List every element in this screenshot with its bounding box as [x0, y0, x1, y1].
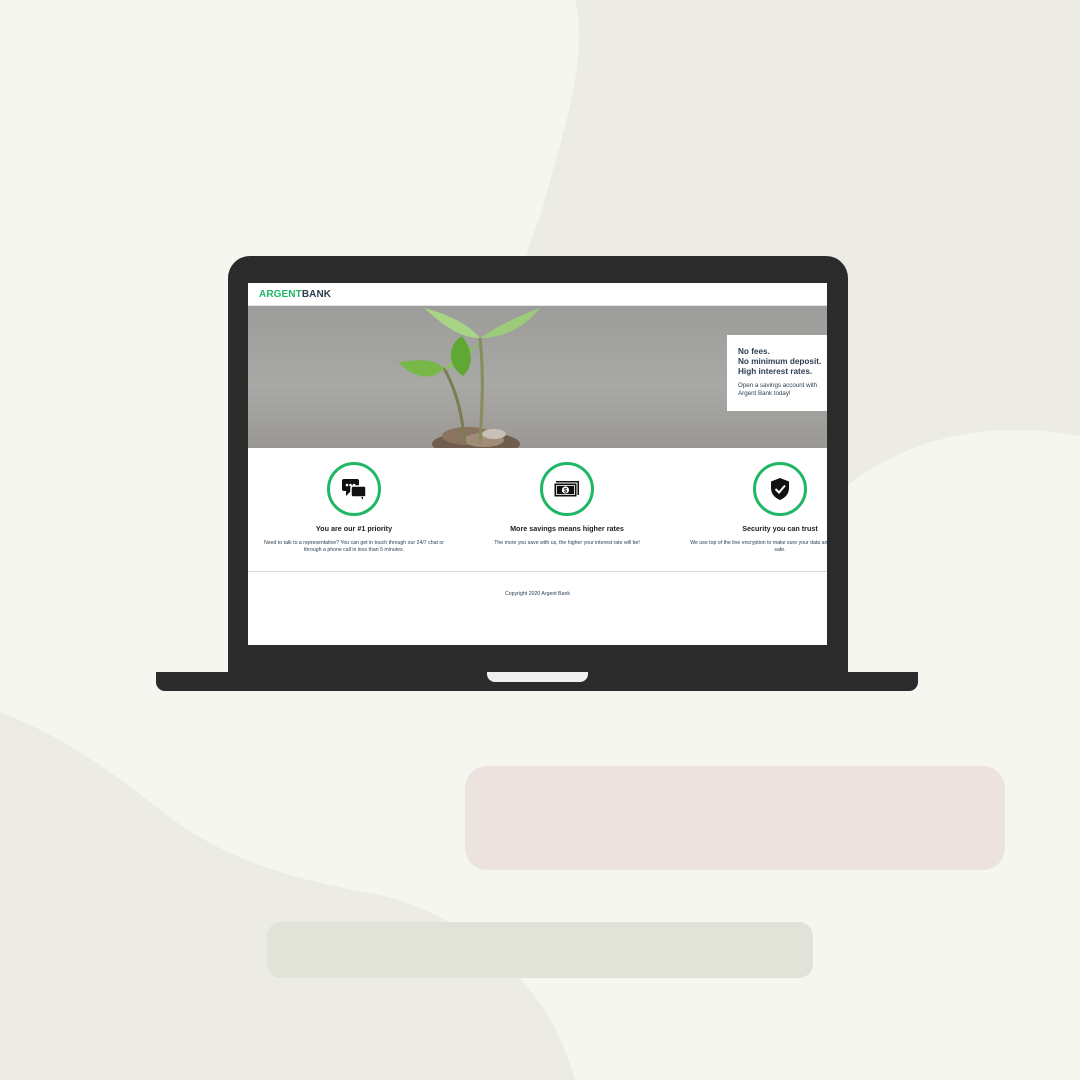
site-footer: Copyright 2020 Argent Bank — [248, 571, 827, 600]
feature-title: Security you can trust — [742, 524, 818, 533]
hero-text-line-2: Argent Bank today! — [738, 390, 791, 397]
feature-item-security: Security you can trust We use top of the… — [680, 462, 827, 553]
hero-card: No fees. No minimum deposit. High intere… — [727, 335, 827, 411]
hero-subtitle-3: High interest rates. — [738, 367, 813, 376]
hero-text: Open a savings account with Argent Bank t… — [738, 382, 827, 398]
feature-item-savings: $ More savings means higher rates The mo… — [467, 462, 667, 547]
money-icon: $ — [540, 462, 594, 516]
logo-bank: BANK — [301, 288, 332, 300]
copyright-text: Copyright 2020 Argent Bank — [505, 591, 570, 597]
chat-icon — [327, 462, 381, 516]
feature-item-priority: You are our #1 priority Need to talk to … — [254, 462, 454, 553]
site-nav: ARGENTBANK — [248, 283, 827, 306]
laptop-notch — [487, 672, 588, 682]
decorative-pink-bar — [465, 766, 1005, 870]
feature-text: Need to talk to a representative? You ca… — [264, 540, 444, 553]
security-icon — [753, 462, 807, 516]
hero-banner: No fees. No minimum deposit. High intere… — [248, 306, 827, 448]
brand-logo[interactable]: ARGENTBANK — [259, 289, 331, 300]
feature-title: More savings means higher rates — [510, 524, 624, 533]
hero-subtitle-1: No fees. — [738, 347, 770, 356]
hero-text-line-1: Open a savings account with — [738, 382, 818, 389]
feature-text: We use top of the line encryption to mak… — [690, 540, 827, 553]
logo-argent: ARGENT — [259, 288, 302, 300]
laptop-screen: ARGENTBANK No fees. No minimum deposit. … — [248, 283, 827, 645]
feature-text: The more you save with us, the higher yo… — [494, 540, 640, 546]
decorative-sage-bar — [267, 922, 813, 978]
features-section: You are our #1 priority Need to talk to … — [248, 448, 827, 571]
hero-subtitle-2: No minimum deposit. — [738, 357, 822, 366]
feature-title: You are our #1 priority — [315, 524, 393, 533]
